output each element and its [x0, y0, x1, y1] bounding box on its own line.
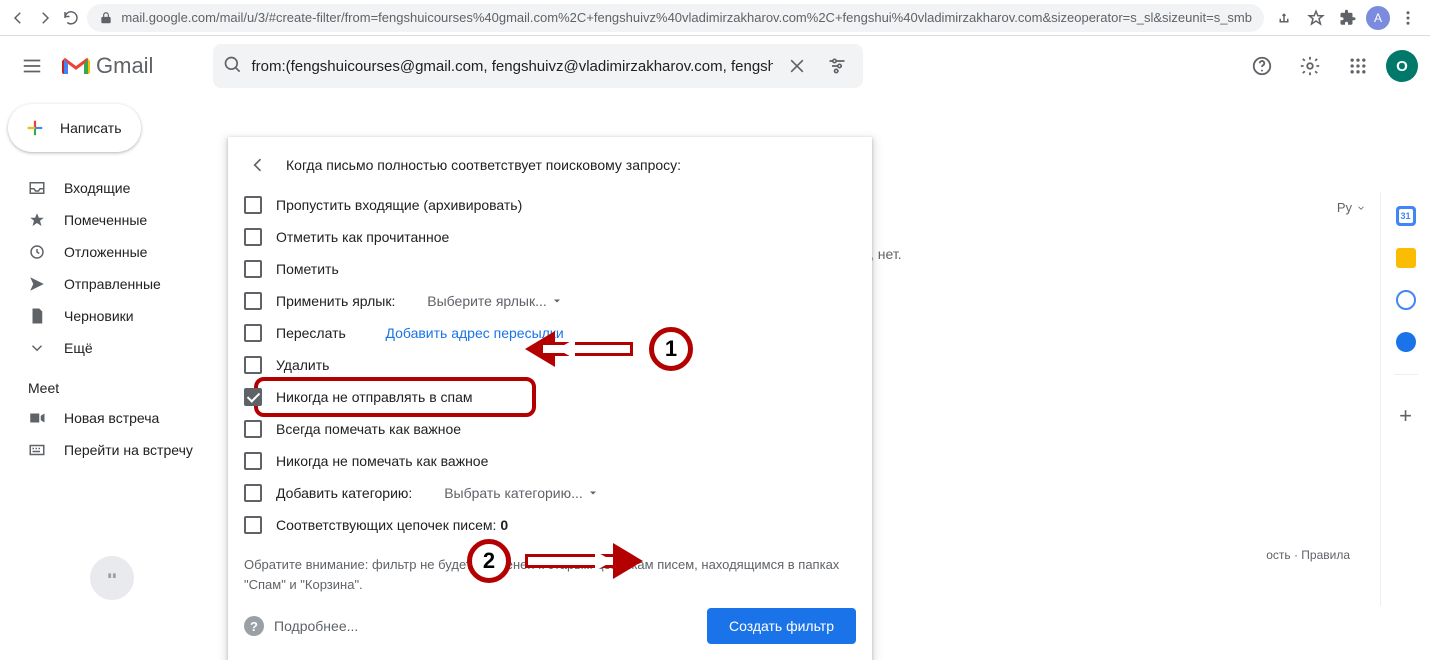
back-icon[interactable]	[8, 4, 28, 32]
sidebar-item-sent[interactable]: Отправленные	[8, 268, 240, 300]
file-icon	[28, 307, 46, 325]
gmail-logo-icon	[62, 55, 90, 77]
contacts-icon[interactable]	[1396, 332, 1416, 352]
compose-plus-icon	[22, 115, 48, 141]
sidebar-item-more[interactable]: Ещё	[8, 332, 240, 364]
checkbox[interactable]	[244, 260, 262, 278]
checkbox[interactable]	[244, 516, 262, 534]
meet-section-title: Meet	[8, 364, 240, 402]
create-filter-button[interactable]: Создать фильтр	[707, 608, 856, 644]
share-icon[interactable]	[1270, 4, 1298, 32]
checkbox-checked[interactable]	[244, 388, 262, 406]
add-forwarding-link[interactable]: Добавить адрес пересылки	[385, 325, 563, 341]
filter-option-never-spam[interactable]: Никогда не отправлять в спам	[244, 381, 856, 413]
search-icon[interactable]	[223, 55, 243, 78]
sidebar: Написать Входящие Помеченные Отложенные …	[0, 96, 240, 606]
sidebar-item-inbox[interactable]: Входящие	[8, 172, 240, 204]
sidebar-item-label: Черновики	[64, 308, 134, 324]
filter-option-forward[interactable]: Переслать Добавить адрес пересылки	[244, 317, 856, 349]
filter-option-delete[interactable]: Удалить	[244, 349, 856, 381]
extensions-icon[interactable]	[1334, 4, 1362, 32]
dialog-note: Обратите внимание: фильтр не будет приме…	[228, 541, 872, 598]
chevron-down-icon	[1356, 203, 1366, 213]
filter-option-always-important[interactable]: Всегда помечать как важное	[244, 413, 856, 445]
star-icon	[28, 211, 46, 229]
checkbox[interactable]	[244, 484, 262, 502]
checkbox[interactable]	[244, 420, 262, 438]
checkbox[interactable]	[244, 292, 262, 310]
filter-option-archive[interactable]: Пропустить входящие (архивировать)	[244, 189, 856, 221]
input-language-button[interactable]: Ру	[1337, 200, 1366, 215]
settings-gear-icon[interactable]	[1290, 46, 1330, 86]
filter-option-star[interactable]: Пометить	[244, 253, 856, 285]
checkbox[interactable]	[244, 324, 262, 342]
sidebar-item-label: Отложенные	[64, 244, 147, 260]
background-text: , нет.	[870, 246, 902, 262]
close-icon[interactable]	[781, 50, 813, 82]
keyboard-icon	[28, 441, 46, 459]
search-options-icon[interactable]	[821, 50, 853, 82]
filter-option-never-important[interactable]: Никогда не помечать как важное	[244, 445, 856, 477]
sidebar-item-drafts[interactable]: Черновики	[8, 300, 240, 332]
reload-icon[interactable]	[61, 4, 81, 32]
filter-option-apply-label[interactable]: Применить ярлык: Выберите ярлык...	[244, 285, 856, 317]
apps-grid-icon[interactable]	[1338, 46, 1378, 86]
lock-icon	[99, 11, 113, 25]
sidebar-item-label: Помеченные	[64, 212, 147, 228]
sidebar-item-label: Новая встреча	[64, 410, 159, 426]
support-icon[interactable]	[1242, 46, 1282, 86]
clock-icon	[28, 243, 46, 261]
create-filter-dialog: Когда письмо полностью соответствует пои…	[228, 137, 872, 660]
main-menu-icon[interactable]	[12, 46, 52, 86]
sidebar-item-snoozed[interactable]: Отложенные	[8, 236, 240, 268]
chrome-menu-icon[interactable]	[1394, 4, 1422, 32]
add-addon-icon[interactable]: +	[1399, 403, 1412, 429]
gmail-header: Gmail O	[0, 36, 1430, 96]
side-panel: 31 +	[1380, 192, 1430, 606]
filter-option-matching[interactable]: Соответствующих цепочек писем: 0	[244, 509, 856, 541]
gmail-logo-text: Gmail	[96, 53, 153, 79]
sidebar-item-label: Перейти на встречу	[64, 442, 193, 458]
url-bar[interactable]: mail.google.com/mail/u/3/#create-filter/…	[87, 4, 1264, 32]
sidebar-item-new-meeting[interactable]: Новая встреча	[8, 402, 240, 434]
keep-icon[interactable]	[1396, 248, 1416, 268]
filter-option-add-category[interactable]: Добавить категорию: Выбрать категорию...	[244, 477, 856, 509]
search-bar	[213, 44, 863, 88]
checkbox[interactable]	[244, 452, 262, 470]
help-icon[interactable]: ?	[244, 616, 264, 636]
forward-icon[interactable]	[34, 4, 54, 32]
chrome-profile-avatar[interactable]: A	[1366, 6, 1390, 30]
compose-label: Написать	[60, 120, 121, 136]
search-input[interactable]	[251, 58, 773, 75]
video-icon	[28, 409, 46, 427]
url-text: mail.google.com/mail/u/3/#create-filter/…	[121, 10, 1252, 25]
sidebar-item-label: Отправленные	[64, 276, 161, 292]
tasks-icon[interactable]	[1396, 290, 1416, 310]
chevron-down-icon	[28, 339, 46, 357]
account-avatar[interactable]: O	[1386, 50, 1418, 82]
star-icon[interactable]	[1302, 4, 1330, 32]
category-dropdown[interactable]: Выбрать категорию...	[444, 485, 599, 501]
hangouts-icon[interactable]	[90, 556, 134, 600]
inbox-icon	[28, 179, 46, 197]
browser-chrome: mail.google.com/mail/u/3/#create-filter/…	[0, 0, 1430, 36]
checkbox[interactable]	[244, 196, 262, 214]
checkbox[interactable]	[244, 228, 262, 246]
dialog-title: Когда письмо полностью соответствует пои…	[286, 157, 681, 173]
calendar-icon[interactable]: 31	[1396, 206, 1416, 226]
sidebar-item-join-meeting[interactable]: Перейти на встречу	[8, 434, 240, 466]
send-icon	[28, 275, 46, 293]
learn-more-link[interactable]: Подробнее...	[274, 618, 358, 634]
label-dropdown[interactable]: Выберите ярлык...	[427, 293, 563, 309]
compose-button[interactable]: Написать	[8, 104, 141, 152]
dialog-back-button[interactable]	[244, 151, 272, 179]
gmail-logo[interactable]: Gmail	[62, 53, 153, 79]
sidebar-item-label: Ещё	[64, 340, 93, 356]
footer-links: ость · Правила	[1266, 548, 1350, 562]
checkbox[interactable]	[244, 356, 262, 374]
filter-option-mark-read[interactable]: Отметить как прочитанное	[244, 221, 856, 253]
sidebar-item-label: Входящие	[64, 180, 130, 196]
sidebar-item-starred[interactable]: Помеченные	[8, 204, 240, 236]
